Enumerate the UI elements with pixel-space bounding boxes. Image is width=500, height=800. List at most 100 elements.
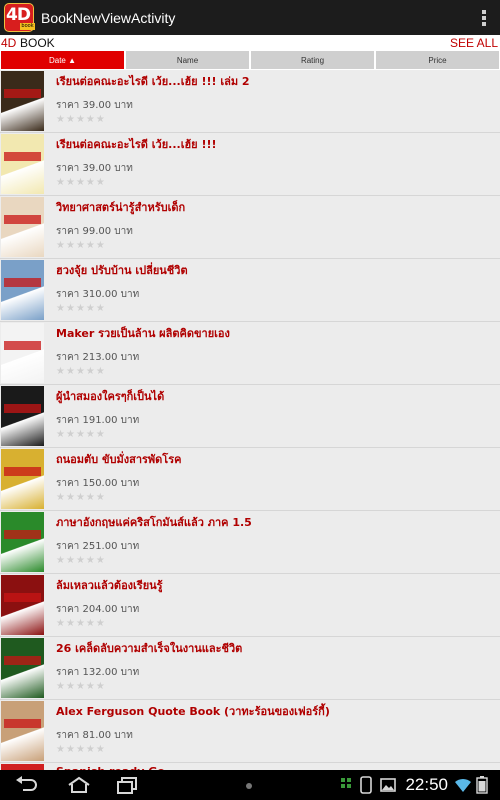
book-cover-image[interactable] — [1, 638, 44, 698]
book-price: ราคา 150.00 บาท — [56, 478, 140, 489]
rating-stars: ★★★★★ — [56, 366, 106, 377]
book-price: ราคา 39.00 บาท — [56, 100, 133, 111]
cover-decoration — [4, 404, 41, 413]
book-cover-image[interactable] — [1, 701, 44, 761]
star-icon: ★ — [65, 114, 76, 125]
star-icon: ★ — [95, 555, 106, 566]
rating-stars: ★★★★★ — [56, 303, 106, 314]
rating-stars: ★★★★★ — [56, 681, 106, 692]
logo-text: 4D — [6, 4, 31, 25]
star-icon: ★ — [95, 114, 106, 125]
cover-decoration — [4, 341, 41, 350]
star-icon: ★ — [65, 240, 76, 251]
rating-stars: ★★★★★ — [56, 429, 106, 440]
see-all-link[interactable]: SEE ALL — [450, 36, 498, 50]
star-icon: ★ — [65, 303, 76, 314]
book-title: ฮวงจุ้ย ปรับบ้าน เปลี่ยนชีวิต — [56, 264, 188, 277]
book-row[interactable]: ฮวงจุ้ย ปรับบ้าน เปลี่ยนชีวิตราคา 310.00… — [0, 259, 500, 322]
book-cover-image[interactable] — [1, 134, 44, 194]
sort-tab-rating[interactable]: Rating — [251, 51, 374, 69]
book-title: Maker รวยเป็นล้าน ผลิตคิดขายเอง — [56, 327, 230, 340]
book-cover-image[interactable] — [1, 71, 44, 131]
star-icon: ★ — [95, 429, 106, 440]
star-icon: ★ — [85, 681, 96, 692]
book-title: เรียนต่อคณะอะไรดี เว้ย...เฮ้ย !!! เล่ม 2 — [56, 75, 250, 88]
book-row[interactable]: ภาษาอังกฤษแค่คริสโกมันส์แล้ว ภาค 1.5 ราคา… — [0, 511, 500, 574]
cover-decoration — [4, 278, 41, 287]
star-icon: ★ — [56, 429, 66, 440]
star-icon: ★ — [65, 744, 76, 755]
star-icon: ★ — [95, 618, 106, 629]
star-icon: ★ — [56, 555, 66, 566]
star-icon: ★ — [95, 366, 106, 377]
star-icon: ★ — [75, 429, 86, 440]
star-icon: ★ — [65, 177, 76, 188]
cover-decoration — [4, 656, 41, 665]
star-icon: ★ — [65, 618, 76, 629]
book-cover-image[interactable] — [1, 449, 44, 509]
book-row[interactable]: เรียนต่อคณะอะไรดี เว้ย...เฮ้ย !!! เล่ม 2… — [0, 70, 500, 133]
book-cover-image[interactable] — [1, 575, 44, 635]
overflow-menu-icon[interactable] — [482, 10, 486, 26]
book-price: ราคา 213.00 บาท — [56, 352, 140, 363]
book-title: วิทยาศาสตร์น่ารู้สำหรับเด็ก — [56, 201, 186, 214]
app-logo[interactable]: 4D book — [4, 2, 36, 33]
book-price: ราคา 132.00 บาท — [56, 667, 140, 678]
book-title: ล้มเหลวแล้วต้องเรียนรู้ — [56, 579, 163, 592]
book-row[interactable]: Maker รวยเป็นล้าน ผลิตคิดขายเองราคา 213.… — [0, 322, 500, 385]
book-row[interactable]: ผู้นำสมองใครๆก็เป็นได้ ราคา 191.00 บาท ★★★… — [0, 385, 500, 448]
star-icon: ★ — [95, 303, 106, 314]
book-price: ราคา 310.00 บาท — [56, 289, 140, 300]
book-cover-image[interactable] — [1, 197, 44, 257]
book-row[interactable]: ล้มเหลวแล้วต้องเรียนรู้ ราคา 204.00 บาท ★★… — [0, 574, 500, 637]
book-price: ราคา 99.00 บาท — [56, 226, 133, 237]
recent-apps-icon[interactable] — [116, 776, 140, 794]
book-row[interactable]: วิทยาศาสตร์น่ารู้สำหรับเด็กราคา 99.00 บา… — [0, 196, 500, 259]
back-icon[interactable] — [14, 776, 38, 794]
star-icon: ★ — [75, 744, 86, 755]
cover-decoration — [4, 215, 41, 224]
star-icon: ★ — [75, 240, 86, 251]
book-row[interactable]: Alex Ferguson Quote Book (วาทะร้อนของเฟอ… — [0, 700, 500, 763]
star-icon: ★ — [75, 681, 86, 692]
rating-stars: ★★★★★ — [56, 177, 106, 188]
star-icon: ★ — [56, 744, 66, 755]
book-cover-image[interactable] — [1, 386, 44, 446]
rating-stars: ★★★★★ — [56, 744, 106, 755]
cover-decoration — [4, 593, 41, 602]
star-icon: ★ — [85, 744, 96, 755]
star-icon: ★ — [65, 555, 76, 566]
book-cover-image[interactable] — [1, 512, 44, 572]
sort-tab-price[interactable]: Price — [376, 51, 499, 69]
system-nav-bar: 22:50 — [0, 770, 500, 800]
book-title: เรียนต่อคณะอะไรดี เว้ย...เฮ้ย !!! — [56, 138, 217, 151]
sort-tab-name[interactable]: Name — [126, 51, 249, 69]
menu-dot-icon[interactable] — [245, 782, 253, 790]
star-icon: ★ — [85, 240, 96, 251]
book-row[interactable]: เรียนต่อคณะอะไรดี เว้ย...เฮ้ย !!! ราคา 39… — [0, 133, 500, 196]
book-list[interactable]: เรียนต่อคณะอะไรดี เว้ย...เฮ้ย !!! เล่ม 2… — [0, 70, 500, 770]
phone-icon — [360, 776, 372, 794]
star-icon: ★ — [56, 114, 66, 125]
book-row[interactable]: 26 เคล็ดลับความสำเร็จในงานและชีวิต ราคา 1… — [0, 637, 500, 700]
book-cover-image[interactable] — [1, 260, 44, 320]
wifi-icon — [455, 778, 471, 792]
star-icon: ★ — [75, 177, 86, 188]
sort-tab-date[interactable]: Date ▲ — [1, 51, 124, 69]
star-icon: ★ — [65, 681, 76, 692]
star-icon: ★ — [56, 240, 66, 251]
book-row[interactable]: ถนอมตับ ขับมั่งสารพัดโรค ราคา 150.00 บาท ★… — [0, 448, 500, 511]
home-icon[interactable] — [66, 776, 92, 794]
book-row[interactable]: Spanish ready Go★★★★★ — [0, 763, 500, 770]
star-icon: ★ — [95, 240, 106, 251]
star-icon: ★ — [56, 681, 66, 692]
book-price: ราคา 204.00 บาท — [56, 604, 140, 615]
star-icon: ★ — [56, 177, 66, 188]
star-icon: ★ — [85, 618, 96, 629]
section-header: 4D BOOK SEE ALL — [0, 35, 500, 51]
star-icon: ★ — [85, 492, 96, 503]
book-cover-image[interactable] — [1, 323, 44, 383]
status-clock: 22:50 — [405, 775, 448, 794]
star-icon: ★ — [56, 303, 66, 314]
rating-stars: ★★★★★ — [56, 555, 106, 566]
